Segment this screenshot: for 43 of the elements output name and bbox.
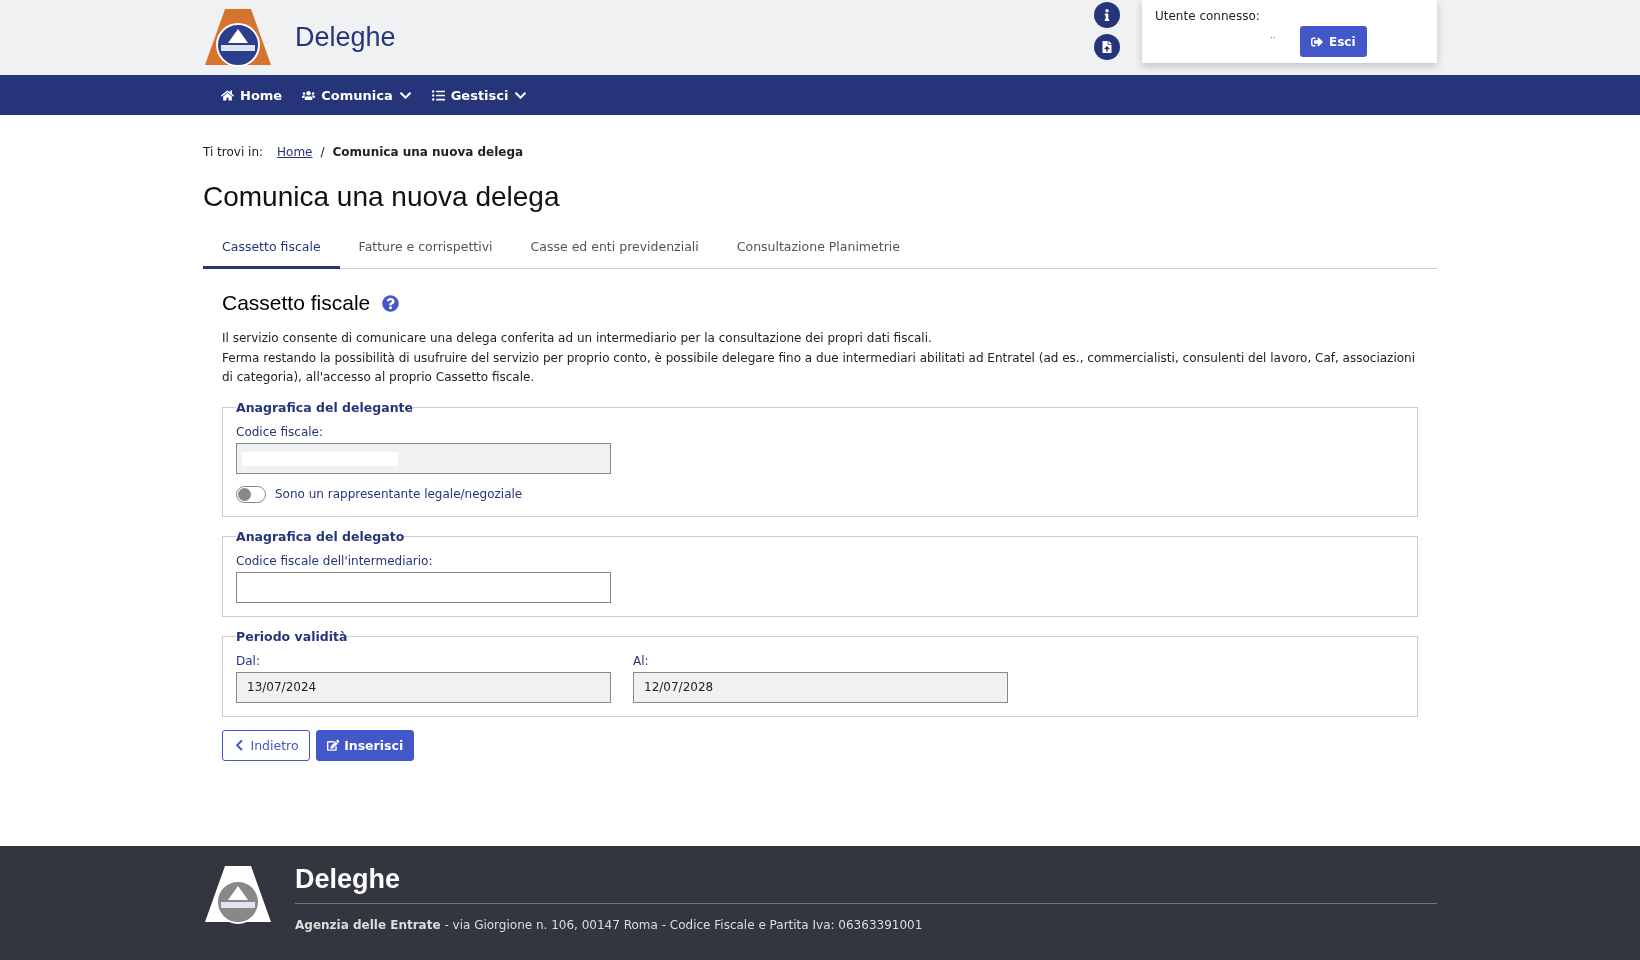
app-title: Deleghe (295, 22, 396, 53)
group-legend: Anagrafica del delegato (236, 528, 405, 544)
breadcrumb-link[interactable]: Home (277, 145, 313, 159)
edit-icon (326, 738, 340, 752)
logout-icon (1311, 35, 1323, 48)
upload-icon[interactable] (1094, 34, 1120, 60)
group-legend: Anagrafica del delegante (236, 399, 413, 415)
toggle-label: Sono un rappresentante legale/negoziale (275, 487, 523, 501)
footer-title: Deleghe (295, 864, 1437, 904)
user-name: .. (1270, 30, 1276, 40)
input-field[interactable] (236, 571, 611, 603)
info-icon[interactable] (1094, 2, 1120, 28)
tab[interactable]: Cassetto fiscale (203, 229, 340, 269)
user-label: Utente connesso: (1155, 9, 1261, 23)
page-title: Comunica una nuova delega (203, 181, 561, 213)
description-text: Il servizio consente di comunicare una delega conferita ad un intermediario per la consultazione dei propri dati fiscali. (222, 330, 933, 347)
logo-drawing (203, 6, 273, 69)
group-legend: Periodo validità (236, 628, 348, 644)
description-text: Ferma restando la possibilità di usufruire del servizio per proprio conto, è possibile delegare fino a due intermediari abilitati ad Entratel (ad es., commercialisti, consulenti del lavoro, Caf, associazioni di categoria), all'accesso al proprio Cassetto fiscale. (222, 349, 1417, 386)
section-title: Cassetto fiscale (222, 291, 371, 315)
footer-address: Agenzia delle Entrate - via Giorgione n. 106, 00147 Roma - Codice Fiscale e Partita Iva: 06363391001 (295, 918, 924, 932)
field-label: Codice fiscale dell'intermediario: (236, 553, 434, 568)
back-button[interactable]: Indietro (222, 729, 310, 761)
logo-drawing (203, 864, 273, 926)
field-label: Codice fiscale: (236, 424, 324, 439)
nav-item[interactable]: Home (215, 87, 289, 103)
logout-button[interactable]: Esci (1300, 26, 1367, 57)
home-icon (221, 88, 234, 102)
field-label: Al: (633, 653, 650, 668)
breadcrumb-current: Comunica una nuova delega (332, 145, 524, 159)
nav-item[interactable]: Comunica (296, 87, 418, 103)
tab[interactable]: Consultazione Planimetrie (717, 229, 919, 269)
breadcrumb-label: Ti trovi in: (203, 145, 264, 159)
tab[interactable]: Casse ed enti previdenziali (511, 229, 718, 269)
toggle-switch[interactable] (236, 485, 266, 503)
help-icon[interactable] (382, 294, 400, 312)
users-icon (302, 88, 316, 102)
insert-button[interactable]: Inserisci (315, 729, 415, 761)
list-icon (431, 88, 445, 102)
tab[interactable]: Fatture e corrispettivi (339, 229, 512, 269)
breadcrumb-separator: / (320, 145, 325, 159)
field-label: Dal: (236, 653, 261, 668)
nav-item[interactable]: Gestisci (425, 87, 534, 103)
